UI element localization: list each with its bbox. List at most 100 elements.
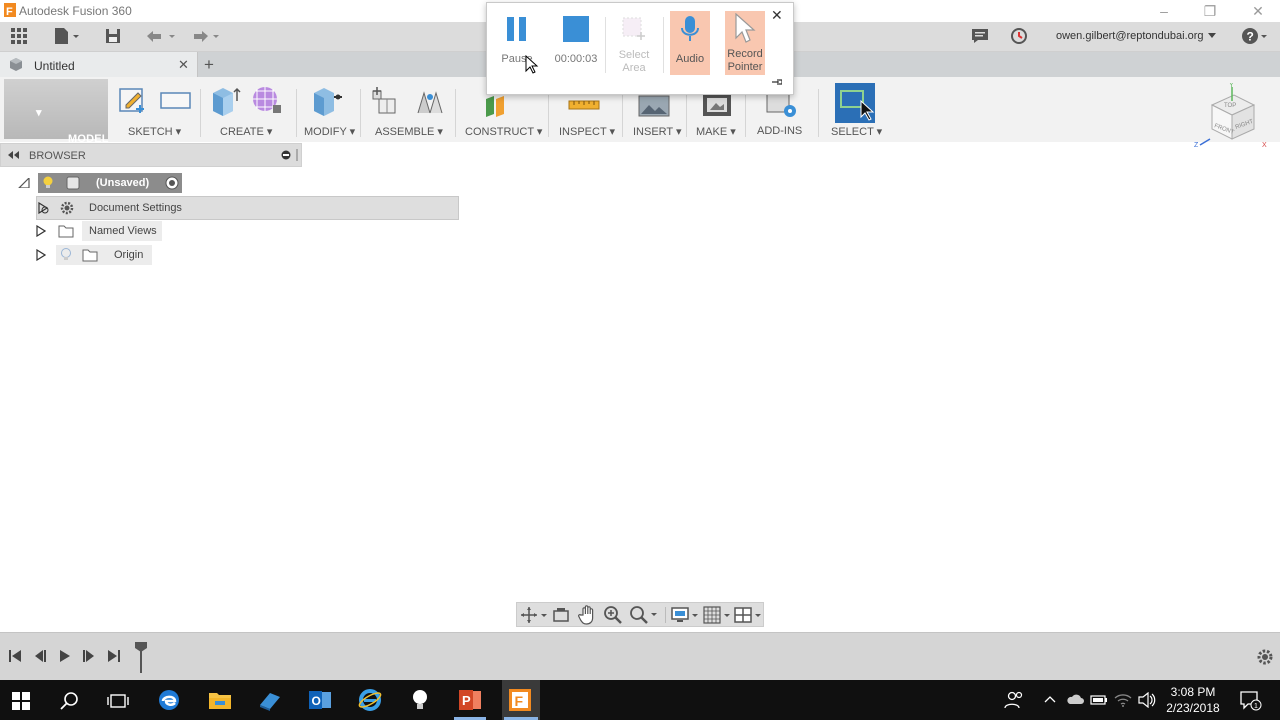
inspect-menu[interactable]: INSPECT ▾	[559, 125, 615, 138]
close-window-button[interactable]: ✕	[1248, 2, 1268, 20]
orbit-icon[interactable]	[520, 606, 548, 624]
collapse-triangle-icon[interactable]	[18, 178, 30, 188]
insert-menu[interactable]: INSERT ▾	[633, 125, 682, 138]
timeline-settings-gear-icon[interactable]	[1256, 648, 1274, 666]
save-icon[interactable]	[103, 26, 123, 48]
joint-icon[interactable]	[414, 85, 448, 117]
play-icon[interactable]	[58, 649, 72, 663]
sketch-menu[interactable]: SKETCH ▾	[128, 125, 181, 138]
battery-icon[interactable]	[1090, 694, 1108, 706]
ribbon-separator	[622, 89, 623, 137]
new-component-icon[interactable]	[369, 85, 403, 117]
minimize-button[interactable]: –	[1154, 2, 1174, 20]
undo-icon[interactable]	[143, 26, 179, 48]
go-to-start-icon[interactable]	[8, 649, 22, 663]
windows-start-icon[interactable]	[12, 692, 30, 710]
stop-sketch-rectangle-icon[interactable]	[160, 91, 192, 111]
powerpoint-icon[interactable]: P	[458, 688, 482, 712]
wifi-icon[interactable]	[1114, 692, 1132, 708]
make-menu[interactable]: MAKE ▾	[696, 125, 736, 138]
browser-item-label: Document Settings	[89, 202, 182, 214]
expand-triangle-icon[interactable]	[37, 202, 49, 214]
outlook-icon[interactable]: O	[308, 689, 332, 711]
taskbar-clock[interactable]: 3:08 PM 2/23/2018	[1160, 684, 1226, 716]
timeline-marker-handle[interactable]	[134, 641, 148, 673]
tab-untitled[interactable]: Untitled ✕	[0, 52, 198, 77]
show-hidden-icons-chevron-icon[interactable]	[1044, 695, 1056, 703]
internet-explorer-icon[interactable]	[358, 689, 382, 711]
viewports-icon[interactable]	[734, 606, 764, 624]
expand-triangle-icon[interactable]	[36, 249, 46, 261]
edge-browser-icon[interactable]	[158, 689, 180, 711]
pin-recorder-icon[interactable]	[772, 78, 782, 86]
display-settings-icon[interactable]	[671, 606, 701, 624]
look-at-icon[interactable]	[552, 606, 570, 624]
browser-root-row[interactable]: (Unsaved)	[18, 173, 188, 193]
data-panel-grid-icon[interactable]	[9, 26, 29, 48]
activate-radio-icon[interactable]	[165, 176, 179, 190]
fusion-360-taskbar-icon[interactable]: F	[508, 688, 532, 712]
file-menu-icon[interactable]	[52, 26, 82, 48]
select-area-button[interactable]: Select Area	[611, 11, 657, 75]
user-account-menu[interactable]: owen.gilbert@reptondubai.org	[1056, 30, 1204, 42]
browser-item-named-views[interactable]: Named Views	[36, 221, 162, 241]
select-tool-icon[interactable]	[835, 83, 875, 123]
modify-menu[interactable]: MODIFY ▾	[304, 125, 355, 138]
go-to-end-icon[interactable]	[107, 649, 121, 663]
grid-snaps-icon[interactable]	[703, 606, 733, 624]
browser-resize-handle[interactable]	[296, 149, 298, 161]
step-forward-icon[interactable]	[82, 649, 96, 663]
remote-desktop-icon[interactable]	[258, 689, 282, 711]
create-menu[interactable]: CREATE ▾	[220, 125, 272, 138]
step-back-icon[interactable]	[33, 649, 47, 663]
create-sketch-icon[interactable]	[118, 85, 148, 115]
insert-image-icon[interactable]	[638, 95, 672, 117]
help-icon[interactable]: ?	[1240, 26, 1270, 48]
construct-menu[interactable]: CONSTRUCT ▾	[465, 125, 542, 138]
pan-hand-icon[interactable]	[578, 605, 596, 625]
offset-plane-icon[interactable]	[484, 95, 518, 117]
ribbon-separator	[360, 89, 361, 137]
visibility-bulb-off-icon[interactable]	[60, 248, 72, 262]
close-recorder-icon[interactable]: ✕	[771, 7, 783, 24]
action-center-notification-icon[interactable]: 1	[1240, 691, 1262, 711]
browser-pin-icon[interactable]	[281, 150, 291, 160]
collapse-browser-icon[interactable]	[8, 151, 20, 159]
stop-button[interactable]: 00:00:03	[551, 11, 601, 75]
redo-icon[interactable]	[188, 26, 224, 48]
people-icon[interactable]	[1004, 691, 1024, 709]
press-pull-icon[interactable]	[310, 85, 344, 117]
task-view-icon[interactable]	[107, 692, 129, 710]
expand-triangle-icon[interactable]	[36, 225, 46, 237]
workspace-switcher[interactable]: MODEL ▾	[4, 79, 109, 145]
search-icon[interactable]	[60, 691, 80, 711]
extrude-icon[interactable]	[209, 85, 241, 117]
audio-toggle-button[interactable]: Audio	[670, 11, 710, 75]
tips-bulb-icon[interactable]	[412, 689, 428, 711]
measure-icon[interactable]	[568, 95, 602, 115]
job-status-icon[interactable]	[1009, 26, 1029, 48]
assemble-menu[interactable]: ASSEMBLE ▾	[375, 125, 443, 138]
select-menu[interactable]: SELECT ▾	[831, 125, 882, 138]
restore-button[interactable]: ❐	[1200, 2, 1220, 20]
windows-taskbar: O P F 3:08 PM 2/23/2018 1	[0, 680, 1280, 720]
comments-icon[interactable]	[970, 26, 990, 48]
browser-panel-header: BROWSER	[0, 143, 302, 167]
volume-icon[interactable]	[1138, 692, 1156, 708]
form-sculpt-icon[interactable]	[251, 85, 283, 117]
select-label: SELECT	[831, 126, 874, 138]
3d-print-icon[interactable]	[702, 93, 734, 117]
visibility-bulb-icon[interactable]	[42, 176, 54, 190]
scripts-addins-icon[interactable]	[766, 93, 800, 119]
browser-item-origin[interactable]: Origin	[36, 245, 152, 265]
file-explorer-icon[interactable]	[208, 690, 232, 710]
new-tab-plus-icon[interactable]: +	[204, 55, 214, 75]
addins-menu[interactable]: ADD-INS	[757, 125, 802, 137]
onedrive-cloud-icon[interactable]	[1066, 693, 1084, 705]
browser-item-document-settings[interactable]: Document Settings	[36, 196, 459, 220]
zoom-window-icon[interactable]	[629, 605, 659, 625]
record-pointer-toggle-button[interactable]: Record Pointer	[725, 11, 765, 75]
zoom-icon[interactable]	[603, 605, 623, 625]
viewcube[interactable]: TOP FRONT RIGHT Y Z X	[1192, 83, 1272, 163]
close-tab-icon[interactable]: ✕	[178, 57, 189, 73]
